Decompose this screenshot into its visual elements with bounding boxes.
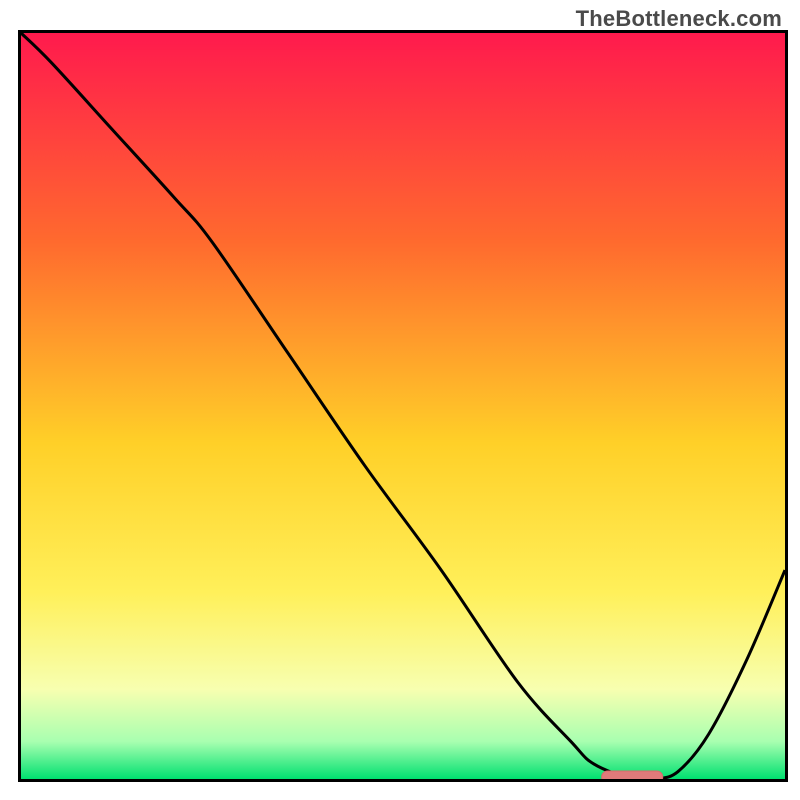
- gradient-background: [21, 33, 785, 779]
- watermark-text: TheBottleneck.com: [576, 6, 782, 32]
- chart-root: TheBottleneck.com: [0, 0, 800, 800]
- plot-svg: [18, 30, 788, 782]
- plot-area: [18, 30, 788, 782]
